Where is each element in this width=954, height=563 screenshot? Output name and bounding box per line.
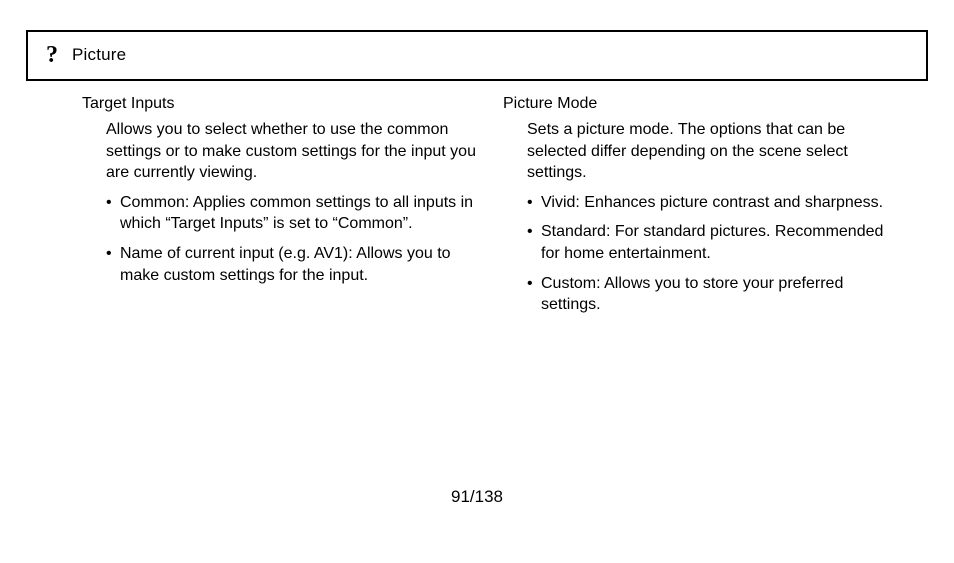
section-title-picture-mode: Picture Mode (503, 95, 902, 113)
page-title: Picture (72, 45, 126, 65)
section-desc-picture-mode: Sets a picture mode. The options that ca… (527, 119, 902, 184)
list-item: Common: Applies common settings to all i… (106, 192, 481, 235)
section-title-target-inputs: Target Inputs (82, 95, 481, 113)
header-inner: ? Picture (46, 43, 908, 67)
list-item: Standard: For standard pictures. Recomme… (527, 221, 902, 264)
list-item: Vivid: Enhances picture contrast and sha… (527, 192, 902, 214)
list-item: Custom: Allows you to store your preferr… (527, 273, 902, 316)
bullet-list-target-inputs: Common: Applies common settings to all i… (106, 192, 481, 286)
page-number: 91/138 (0, 487, 954, 507)
section-desc-target-inputs: Allows you to select whether to use the … (106, 119, 481, 184)
question-mark-icon: ? (46, 43, 58, 67)
list-item: Name of current input (e.g. AV1): Allows… (106, 243, 481, 286)
content-columns: Target Inputs Allows you to select wheth… (26, 95, 928, 324)
right-column: Picture Mode Sets a picture mode. The op… (503, 95, 902, 324)
bullet-list-picture-mode: Vivid: Enhances picture contrast and sha… (527, 192, 902, 316)
left-column: Target Inputs Allows you to select wheth… (82, 95, 481, 324)
header-box: ? Picture (26, 30, 928, 81)
page-root: ? Picture Target Inputs Allows you to se… (0, 0, 954, 563)
